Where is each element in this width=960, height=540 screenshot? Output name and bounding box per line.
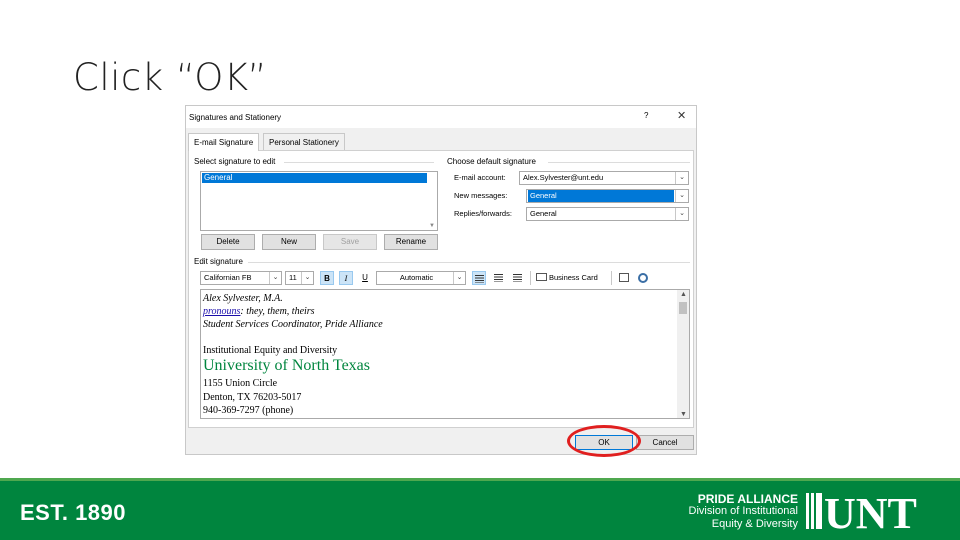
divider bbox=[548, 162, 690, 163]
pride-alliance-sub2: Equity & Diversity bbox=[711, 518, 798, 530]
replies-value: General bbox=[530, 209, 557, 218]
font-color-value: Automatic bbox=[399, 273, 434, 282]
italic-button[interactable]: I bbox=[339, 271, 353, 285]
sig-pronouns-line: pronouns: they, them, theirs bbox=[203, 306, 315, 317]
scroll-thumb[interactable] bbox=[679, 302, 687, 314]
signature-editor[interactable]: Alex Sylvester, M.A. pronouns: they, the… bbox=[200, 289, 690, 419]
hyperlink-icon bbox=[638, 273, 648, 283]
sig-name: Alex Sylvester, M.A. bbox=[203, 293, 283, 304]
email-account-value: Alex.Sylvester@unt.edu bbox=[523, 173, 604, 182]
est-label: EST. 1890 bbox=[20, 500, 127, 525]
business-card-icon bbox=[536, 273, 547, 281]
unt-logo-text: UNT bbox=[824, 489, 917, 533]
sig-address2: Denton, TX 76203-5017 bbox=[203, 392, 302, 403]
highlight-circle bbox=[567, 425, 641, 457]
pride-alliance-sub1: Division of Institutional bbox=[688, 505, 798, 517]
toolbar-separator bbox=[611, 271, 612, 285]
sig-dept: Institutional Equity and Diversity bbox=[203, 345, 338, 356]
pronouns-link[interactable]: pronouns bbox=[203, 306, 240, 317]
sig-phone: 940-369-7297 (phone) bbox=[203, 405, 294, 416]
divider bbox=[284, 162, 434, 163]
align-left-button[interactable] bbox=[472, 271, 486, 285]
editor-scrollbar[interactable]: ▲ ▼ bbox=[677, 290, 689, 418]
dialog-titlebar: Signatures and Stationery ? ✕ bbox=[186, 106, 696, 128]
rename-button[interactable]: Rename bbox=[384, 234, 438, 250]
business-card-button[interactable]: Business Card bbox=[536, 271, 598, 285]
font-color-select[interactable]: Automatic ⌄ bbox=[376, 271, 466, 285]
font-size-select[interactable]: 11 ⌄ bbox=[285, 271, 314, 285]
pride-alliance-title: PRIDE ALLIANCE bbox=[697, 492, 798, 506]
align-center-button[interactable] bbox=[491, 271, 505, 285]
align-right-button[interactable] bbox=[510, 271, 524, 285]
signatures-dialog: Signatures and Stationery ? ✕ E-mail Sig… bbox=[185, 105, 697, 455]
new-messages-select[interactable]: General ⌄ bbox=[526, 189, 689, 203]
tab-email-signature[interactable]: E-mail Signature bbox=[188, 133, 260, 151]
list-scrollbar[interactable]: ▼ bbox=[427, 172, 437, 230]
font-size-value: 11 bbox=[289, 273, 297, 282]
chevron-down-icon[interactable]: ⌄ bbox=[269, 272, 281, 284]
insert-picture-button[interactable] bbox=[617, 271, 631, 285]
replies-label: Replies/forwards: bbox=[454, 209, 512, 218]
delete-button[interactable]: Delete bbox=[201, 234, 255, 250]
cancel-button[interactable]: Cancel bbox=[636, 435, 694, 450]
unt-logo: UNT bbox=[806, 489, 917, 533]
new-button[interactable]: New bbox=[262, 234, 316, 250]
edit-signature-label: Edit signature bbox=[194, 257, 243, 266]
replies-select[interactable]: General ⌄ bbox=[526, 207, 689, 221]
chevron-down-icon[interactable]: ▼ bbox=[429, 223, 435, 229]
new-messages-label: New messages: bbox=[454, 191, 508, 200]
footer-banner: EST. 1890 PRIDE ALLIANCE Division of Ins… bbox=[0, 481, 960, 540]
chevron-up-icon[interactable]: ▲ bbox=[680, 290, 687, 298]
help-button[interactable]: ? bbox=[644, 111, 648, 120]
signature-list[interactable]: General ▼ bbox=[200, 171, 438, 231]
sig-university: University of North Texas bbox=[203, 357, 370, 374]
email-account-label: E-mail account: bbox=[454, 173, 506, 182]
save-button[interactable]: Save bbox=[323, 234, 377, 250]
chevron-down-icon[interactable]: ▼ bbox=[680, 410, 687, 418]
insert-hyperlink-button[interactable] bbox=[636, 271, 650, 285]
unt-eagle-mark-icon bbox=[806, 493, 822, 529]
divider bbox=[248, 262, 690, 263]
business-card-label: Business Card bbox=[549, 273, 598, 282]
align-right-icon bbox=[512, 274, 522, 282]
chevron-down-icon[interactable]: ⌄ bbox=[453, 272, 465, 284]
dialog-title: Signatures and Stationery bbox=[189, 113, 282, 122]
close-icon[interactable]: ✕ bbox=[677, 109, 686, 122]
align-left-icon bbox=[474, 275, 484, 283]
chevron-down-icon[interactable]: ⌄ bbox=[675, 208, 688, 220]
font-value: Californian FB bbox=[204, 273, 252, 282]
new-messages-value: General bbox=[528, 190, 674, 202]
slide-title: Click “OK” bbox=[73, 56, 268, 99]
picture-icon bbox=[619, 273, 629, 282]
sig-address1: 1155 Union Circle bbox=[203, 378, 278, 389]
align-center-icon bbox=[493, 274, 503, 282]
email-account-select[interactable]: Alex.Sylvester@unt.edu ⌄ bbox=[519, 171, 689, 185]
slide: Click “OK” Signatures and Stationery ? ✕… bbox=[0, 0, 960, 540]
bold-button[interactable]: B bbox=[320, 271, 334, 285]
chevron-down-icon[interactable]: ⌄ bbox=[675, 172, 688, 184]
toolbar-separator bbox=[530, 271, 531, 285]
chevron-down-icon[interactable]: ⌄ bbox=[301, 272, 313, 284]
tab-personal-stationery[interactable]: Personal Stationery bbox=[263, 133, 345, 150]
default-signature-label: Choose default signature bbox=[447, 157, 536, 166]
underline-button[interactable]: U bbox=[358, 271, 372, 285]
signature-item-general[interactable]: General bbox=[202, 173, 428, 183]
sig-pronouns: : they, them, theirs bbox=[240, 306, 315, 317]
select-signature-label: Select signature to edit bbox=[194, 157, 276, 166]
chevron-down-icon[interactable]: ⌄ bbox=[675, 190, 688, 202]
sig-role: Student Services Coordinator, Pride Alli… bbox=[203, 319, 383, 330]
font-select[interactable]: Californian FB ⌄ bbox=[200, 271, 282, 285]
